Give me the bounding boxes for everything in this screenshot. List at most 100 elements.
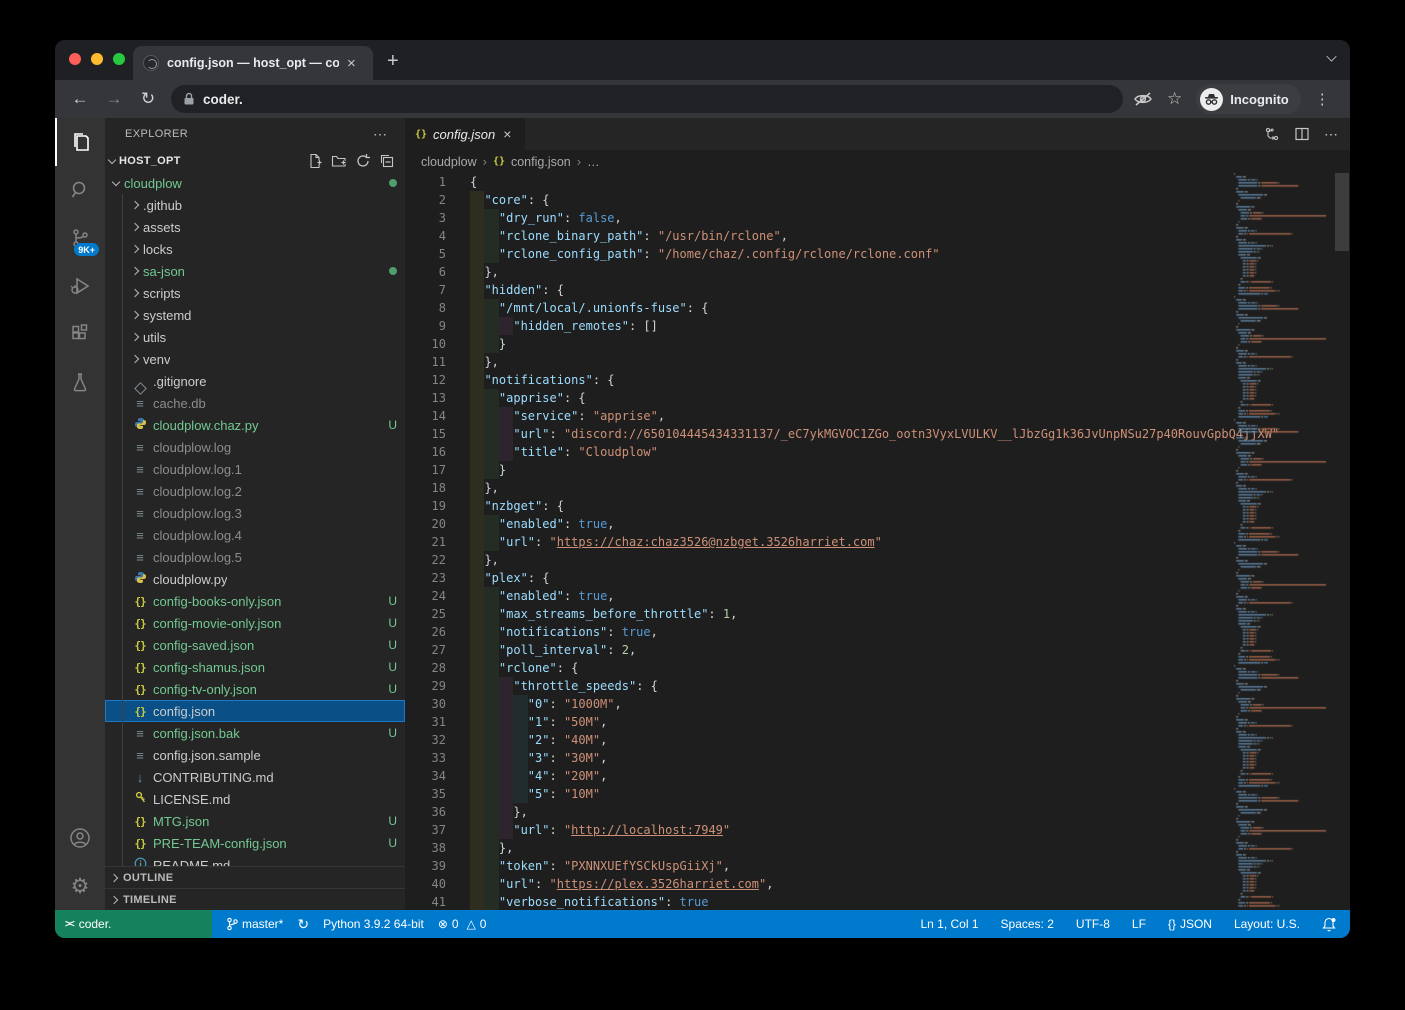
code-line-7[interactable]: "hidden": { bbox=[470, 281, 1228, 299]
eol-item[interactable]: LF bbox=[1132, 917, 1146, 931]
code-line-39[interactable]: "token": "PXNNXUEfYSCkUspGiiXj", bbox=[470, 857, 1228, 875]
tree-file-CONTRIBUTING.md[interactable]: ↓CONTRIBUTING.md bbox=[105, 766, 405, 788]
address-bar[interactable]: coder. bbox=[171, 85, 1123, 113]
tree-folder-.github[interactable]: .github bbox=[105, 194, 405, 216]
outline-section[interactable]: OUTLINE bbox=[105, 866, 405, 888]
back-button[interactable]: ← bbox=[63, 89, 97, 109]
sync-changes-item[interactable]: ↻ bbox=[297, 916, 309, 933]
tab-close-icon[interactable]: × bbox=[347, 56, 356, 71]
tree-file-config-saved.json[interactable]: {}config-saved.jsonU bbox=[105, 634, 405, 656]
tree-file-MTG.json[interactable]: {}MTG.jsonU bbox=[105, 810, 405, 832]
code-line-22[interactable]: }, bbox=[470, 551, 1228, 569]
run-debug-activity-icon[interactable] bbox=[55, 262, 105, 310]
notifications-bell-icon[interactable] bbox=[1322, 917, 1336, 932]
remote-indicator[interactable]: >< coder. bbox=[55, 910, 212, 938]
tab-search-chevron-icon[interactable] bbox=[1326, 51, 1336, 61]
code-line-1[interactable]: { bbox=[470, 173, 1228, 191]
code-line-20[interactable]: "enabled": true, bbox=[470, 515, 1228, 533]
code-editor[interactable]: 1234567891011121314151617181920212223242… bbox=[405, 173, 1350, 910]
code-line-11[interactable]: }, bbox=[470, 353, 1228, 371]
tree-file-cache.db[interactable]: ≡cache.db bbox=[105, 392, 405, 414]
breadcrumb-file[interactable]: config.json bbox=[511, 155, 571, 169]
workspace-section-header[interactable]: HOST_OPT bbox=[105, 150, 405, 172]
code-line-12[interactable]: "notifications": { bbox=[470, 371, 1228, 389]
indentation-item[interactable]: Spaces: 2 bbox=[1001, 917, 1054, 931]
breadcrumb-more[interactable]: … bbox=[587, 155, 600, 169]
refresh-icon[interactable] bbox=[355, 153, 371, 169]
tree-file-cloudplow.log.3[interactable]: ≡cloudplow.log.3 bbox=[105, 502, 405, 524]
new-file-icon[interactable] bbox=[307, 153, 323, 169]
forward-button[interactable]: → bbox=[97, 89, 131, 109]
code-line-32[interactable]: "2": "40M", bbox=[470, 731, 1228, 749]
tree-file-cloudplow.log.1[interactable]: ≡cloudplow.log.1 bbox=[105, 458, 405, 480]
new-folder-icon[interactable] bbox=[331, 153, 347, 169]
breadcrumb[interactable]: cloudplow › {} config.json › … bbox=[405, 150, 1350, 173]
source-control-activity-icon[interactable]: 9K+ bbox=[55, 214, 105, 262]
code-line-25[interactable]: "max_streams_before_throttle": 1, bbox=[470, 605, 1228, 623]
encoding-item[interactable]: UTF-8 bbox=[1076, 917, 1110, 931]
tree-file-config-shamus.json[interactable]: {}config-shamus.jsonU bbox=[105, 656, 405, 678]
cursor-position-item[interactable]: Ln 1, Col 1 bbox=[920, 917, 978, 931]
tree-folder-sa-json[interactable]: sa-json bbox=[105, 260, 405, 282]
python-interpreter-item[interactable]: Python 3.9.2 64-bit bbox=[323, 917, 424, 931]
tree-file-config.json[interactable]: {}config.json bbox=[105, 700, 405, 722]
editor-tab-config-json[interactable]: {} config.json × bbox=[405, 118, 525, 150]
code-line-28[interactable]: "rclone": { bbox=[470, 659, 1228, 677]
code-line-36[interactable]: }, bbox=[470, 803, 1228, 821]
problems-item[interactable]: ⊗ 0 △ 0 bbox=[438, 917, 487, 931]
editor-tab-close-icon[interactable]: × bbox=[503, 126, 511, 142]
tree-file-cloudplow.py[interactable]: cloudplow.py bbox=[105, 568, 405, 590]
code-line-24[interactable]: "enabled": true, bbox=[470, 587, 1228, 605]
code-line-17[interactable]: } bbox=[470, 461, 1228, 479]
zoom-window-button[interactable] bbox=[113, 53, 125, 65]
code-content[interactable]: { "core": { "dry_run": false, "rclone_bi… bbox=[470, 173, 1350, 910]
testing-activity-icon[interactable] bbox=[55, 358, 105, 406]
code-line-5[interactable]: "rclone_config_path": "/home/chaz/.confi… bbox=[470, 245, 1228, 263]
bookmark-star-icon[interactable]: ☆ bbox=[1167, 89, 1182, 109]
code-line-2[interactable]: "core": { bbox=[470, 191, 1228, 209]
tree-file-config-tv-only.json[interactable]: {}config-tv-only.jsonU bbox=[105, 678, 405, 700]
code-line-29[interactable]: "throttle_speeds": { bbox=[470, 677, 1228, 695]
git-branch-item[interactable]: master* bbox=[226, 917, 283, 931]
code-line-30[interactable]: "0": "1000M", bbox=[470, 695, 1228, 713]
tree-file-config-movie-only.json[interactable]: {}config-movie-only.jsonU bbox=[105, 612, 405, 634]
tree-file-PRE-TEAM-config.json[interactable]: {}PRE-TEAM-config.jsonU bbox=[105, 832, 405, 854]
search-activity-icon[interactable] bbox=[55, 166, 105, 214]
views-more-actions-icon[interactable]: ⋯ bbox=[373, 126, 387, 143]
code-line-13[interactable]: "apprise": { bbox=[470, 389, 1228, 407]
code-line-15[interactable]: "url": "discord://650104445434331137/_eC… bbox=[470, 425, 1228, 443]
tree-file-LICENSE.md[interactable]: LICENSE.md bbox=[105, 788, 405, 810]
editor-more-actions-icon[interactable]: ⋯ bbox=[1324, 126, 1338, 143]
code-line-26[interactable]: "notifications": true, bbox=[470, 623, 1228, 641]
code-line-23[interactable]: "plex": { bbox=[470, 569, 1228, 587]
explorer-activity-icon[interactable] bbox=[55, 118, 105, 166]
tree-file-config.json.sample[interactable]: ≡config.json.sample bbox=[105, 744, 405, 766]
code-line-33[interactable]: "3": "30M", bbox=[470, 749, 1228, 767]
eye-off-icon[interactable] bbox=[1133, 91, 1153, 107]
extensions-activity-icon[interactable] bbox=[55, 310, 105, 358]
code-line-35[interactable]: "5": "10M" bbox=[470, 785, 1228, 803]
timeline-section[interactable]: TIMELINE bbox=[105, 888, 405, 910]
settings-gear-icon[interactable]: ⚙ bbox=[55, 862, 105, 910]
split-editor-icon[interactable] bbox=[1294, 126, 1310, 142]
code-line-21[interactable]: "url": "https://chaz:chaz3526@nzbget.352… bbox=[470, 533, 1228, 551]
code-line-9[interactable]: "hidden_remotes": [] bbox=[470, 317, 1228, 335]
code-line-34[interactable]: "4": "20M", bbox=[470, 767, 1228, 785]
close-window-button[interactable] bbox=[69, 53, 81, 65]
code-line-38[interactable]: }, bbox=[470, 839, 1228, 857]
minimap[interactable] bbox=[1230, 173, 1334, 910]
collapse-all-icon[interactable] bbox=[379, 153, 395, 169]
tree-folder-systemd[interactable]: systemd bbox=[105, 304, 405, 326]
tree-file-cloudplow.log.4[interactable]: ≡cloudplow.log.4 bbox=[105, 524, 405, 546]
minimize-window-button[interactable] bbox=[91, 53, 103, 65]
tree-file-cloudplow.log[interactable]: ≡cloudplow.log bbox=[105, 436, 405, 458]
code-line-18[interactable]: }, bbox=[470, 479, 1228, 497]
tree-file-cloudplow.log.5[interactable]: ≡cloudplow.log.5 bbox=[105, 546, 405, 568]
code-line-10[interactable]: } bbox=[470, 335, 1228, 353]
reload-button[interactable]: ↻ bbox=[131, 89, 165, 109]
tree-folder-venv[interactable]: venv bbox=[105, 348, 405, 370]
code-line-3[interactable]: "dry_run": false, bbox=[470, 209, 1228, 227]
new-tab-button[interactable]: + bbox=[387, 50, 399, 73]
tree-file-config-books-only.json[interactable]: {}config-books-only.jsonU bbox=[105, 590, 405, 612]
code-line-4[interactable]: "rclone_binary_path": "/usr/bin/rclone", bbox=[470, 227, 1228, 245]
